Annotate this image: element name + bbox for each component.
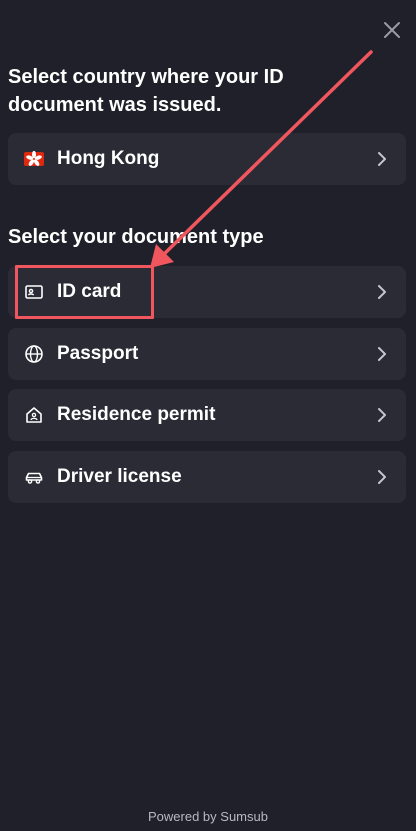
chevron-right-icon [376,346,388,362]
document-option-residence-permit[interactable]: Residence permit [8,389,406,441]
document-section-heading: Select your document type [8,226,264,248]
document-option-label: Passport [57,343,139,364]
chevron-right-icon [376,284,388,300]
car-icon [24,467,44,487]
document-option-id-card[interactable]: ID card [8,266,406,318]
country-selector[interactable]: Hong Kong [8,133,406,185]
document-option-label: Residence permit [57,404,216,425]
chevron-right-icon [376,407,388,423]
id-card-icon [24,282,44,302]
document-option-label: ID card [57,281,122,302]
house-icon [24,405,44,425]
chevron-right-icon [376,151,388,167]
close-button[interactable] [382,20,402,40]
country-label: Hong Kong [57,148,160,169]
document-option-label: Driver license [57,466,182,487]
close-icon [384,22,400,38]
country-section-heading: Select country where your ID document wa… [8,66,284,116]
powered-by-footer: Powered by Sumsub [148,809,268,824]
document-option-passport[interactable]: Passport [8,328,406,380]
hong-kong-flag-icon [24,149,44,169]
document-option-driver-license[interactable]: Driver license [8,451,406,503]
chevron-right-icon [376,469,388,485]
globe-icon [24,344,44,364]
